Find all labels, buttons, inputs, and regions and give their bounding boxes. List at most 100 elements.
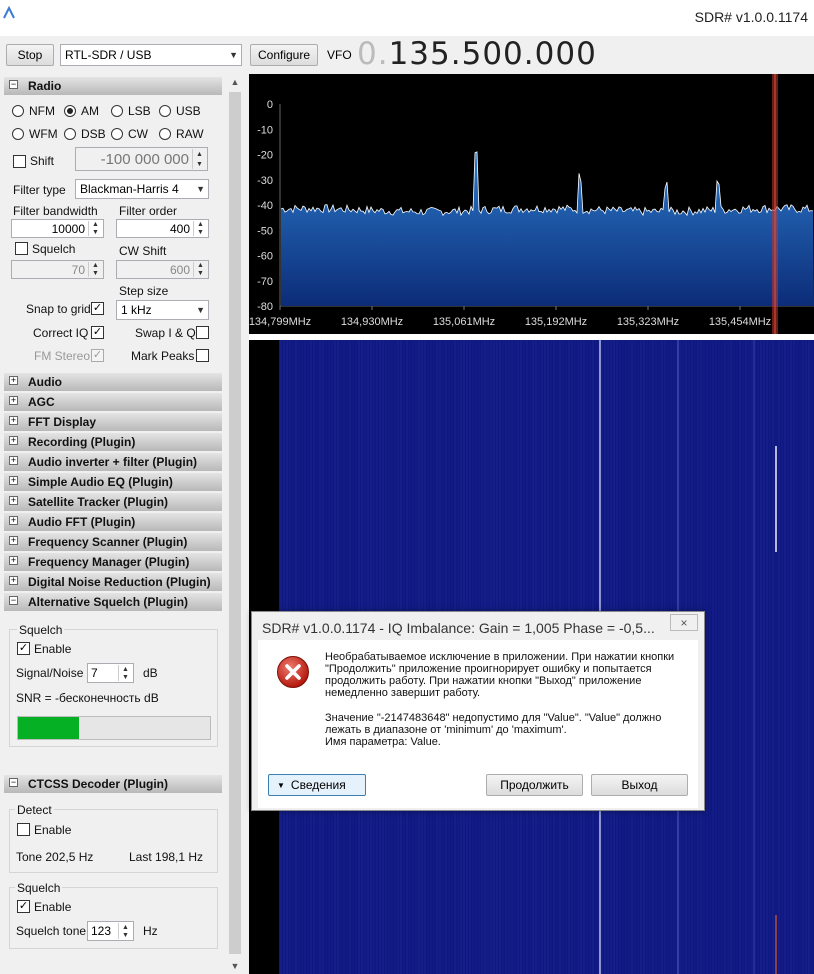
- shift-input[interactable]: -100 000 000 ▲ ▼: [75, 147, 208, 171]
- section-audio-fft[interactable]: + Audio FFT (Plugin): [4, 513, 222, 531]
- fm-stereo-label: FM Stereo: [34, 349, 91, 363]
- waterfall-noise-column: [751, 340, 753, 974]
- device-select[interactable]: RTL-SDR / USB ▼: [60, 44, 242, 66]
- mode-am-label: AM: [81, 104, 99, 118]
- mode-cw-radio[interactable]: [111, 128, 123, 140]
- mode-lsb-label: LSB: [128, 104, 151, 118]
- error-dialog: SDR# v1.0.0.1174 - IQ Imbalance: Gain = …: [251, 611, 705, 811]
- expand-icon: +: [9, 415, 18, 425]
- expand-icon: +: [9, 575, 18, 585]
- mark-peaks-label: Mark Peaks: [131, 349, 195, 363]
- section-digital-noise-reduction[interactable]: + Digital Noise Reduction (Plugin): [4, 573, 222, 591]
- spinner-icon[interactable]: ▲ ▼: [118, 923, 132, 939]
- vfo-frequency-display[interactable]: 0.135.500.000: [357, 36, 597, 72]
- cw-shift-input[interactable]: 600 ▲ ▼: [116, 260, 209, 279]
- waterfall-noise-column: [811, 340, 813, 974]
- continue-button[interactable]: Продолжить: [486, 774, 583, 796]
- section-audio[interactable]: + Audio: [4, 373, 222, 391]
- expand-icon: +: [9, 435, 18, 445]
- spectrum-analyzer[interactable]: 0 -10 -20 -30 -40 -50 -60 -70 -80 134,799MHz 134,9…: [249, 74, 814, 334]
- filter-type-select[interactable]: Blackman-Harris 4 ▼: [75, 179, 209, 199]
- waterfall-noise-column: [736, 340, 738, 974]
- mode-usb-radio[interactable]: [159, 105, 171, 117]
- ctcss-squelch-enable-checkbox[interactable]: ✓: [17, 900, 30, 913]
- waterfall-noise-column: [715, 340, 717, 974]
- section-recording[interactable]: + Recording (Plugin): [4, 433, 222, 451]
- shift-value: -100 000 000: [100, 150, 189, 168]
- stop-button[interactable]: Stop: [6, 44, 54, 66]
- waterfall-noise-column: [808, 340, 810, 974]
- squelch-checkbox[interactable]: [15, 242, 28, 255]
- snap-to-grid-checkbox[interactable]: ✓: [91, 302, 104, 315]
- spinner-icon[interactable]: ▲ ▼: [88, 221, 102, 236]
- exit-button[interactable]: Выход: [591, 774, 688, 796]
- dialog-message-2: Значение "-2147483648" недопустимо для "…: [325, 712, 662, 736]
- spinner-icon[interactable]: ▲ ▼: [192, 149, 206, 169]
- section-frequency-scanner[interactable]: + Frequency Scanner (Plugin): [4, 533, 222, 551]
- chevron-down-icon: ▼: [277, 780, 285, 790]
- mode-raw-radio[interactable]: [159, 128, 171, 140]
- section-simple-audio-eq[interactable]: + Simple Audio EQ (Plugin): [4, 473, 222, 491]
- mode-am-radio[interactable]: [64, 105, 76, 117]
- left-panel-scrollbar[interactable]: ▲ ▼: [228, 74, 242, 974]
- configure-button[interactable]: Configure: [250, 44, 318, 66]
- mode-wfm-radio[interactable]: [12, 128, 24, 140]
- app-icon: [3, 6, 15, 19]
- section-frequency-manager[interactable]: + Frequency Manager (Plugin): [4, 553, 222, 571]
- section-alternative-squelch[interactable]: − Alternative Squelch (Plugin): [4, 593, 222, 611]
- section-title: Satellite Tracker (Plugin): [28, 495, 169, 509]
- scrollbar-thumb[interactable]: [229, 92, 241, 954]
- shift-checkbox[interactable]: [13, 155, 26, 168]
- section-fft-display[interactable]: + FFT Display: [4, 413, 222, 431]
- ctcss-detect-enable-checkbox[interactable]: [17, 823, 30, 836]
- mode-nfm-radio[interactable]: [12, 105, 24, 117]
- section-satellite-tracker[interactable]: + Satellite Tracker (Plugin): [4, 493, 222, 511]
- filter-type-label: Filter type: [13, 183, 66, 197]
- swap-iq-checkbox[interactable]: [196, 326, 209, 339]
- fm-stereo-checkbox: ✓: [91, 349, 104, 362]
- scroll-up-icon[interactable]: ▲: [228, 74, 242, 90]
- section-audio-inverter[interactable]: + Audio inverter + filter (Plugin): [4, 453, 222, 471]
- ctcss-squelch-enable-label: Enable: [34, 900, 72, 914]
- section-agc[interactable]: + AGC: [4, 393, 222, 411]
- squelch-tone-input[interactable]: 123 ▲ ▼: [87, 921, 134, 941]
- filter-bandwidth-input[interactable]: 10000 ▲ ▼: [11, 219, 104, 238]
- ctcss-detect-label: Detect: [15, 803, 54, 817]
- filter-bandwidth-value: 10000: [51, 221, 85, 236]
- section-title: Audio inverter + filter (Plugin): [28, 455, 198, 469]
- mark-peaks-checkbox[interactable]: [196, 349, 209, 362]
- waterfall-noise-column: [781, 340, 783, 974]
- correct-iq-label: Correct IQ: [33, 326, 89, 340]
- waterfall-noise-column: [805, 340, 807, 974]
- mode-wfm-label: WFM: [29, 127, 58, 141]
- spinner-icon[interactable]: ▲ ▼: [88, 262, 102, 277]
- waterfall-noise-column: [739, 340, 741, 974]
- correct-iq-checkbox[interactable]: ✓: [91, 326, 104, 339]
- dialog-close-button[interactable]: ×: [670, 614, 698, 631]
- details-button[interactable]: ▼ Сведения: [268, 774, 366, 796]
- spinner-icon[interactable]: ▲ ▼: [193, 262, 207, 277]
- section-ctcss-decoder[interactable]: − CTCSS Decoder (Plugin): [4, 775, 222, 793]
- spectrum-plot: 0 -10 -20 -30 -40 -50 -60 -70 -80 134,799MHz 134,9…: [249, 74, 814, 334]
- spinner-icon[interactable]: ▲ ▼: [118, 665, 132, 681]
- alt-squelch-enable-checkbox[interactable]: ✓: [17, 642, 30, 655]
- waterfall-noise-column: [757, 340, 759, 974]
- ctcss-squelch-label: Squelch: [15, 881, 63, 895]
- waterfall-noise-column: [778, 340, 780, 974]
- mode-lsb-radio[interactable]: [111, 105, 123, 117]
- signal-noise-input[interactable]: 7 ▲ ▼: [87, 663, 134, 683]
- step-size-select[interactable]: 1 kHz ▼: [116, 300, 209, 320]
- mode-dsb-radio[interactable]: [64, 128, 76, 140]
- spinner-icon[interactable]: ▲ ▼: [193, 221, 207, 236]
- scroll-down-icon[interactable]: ▼: [228, 958, 242, 974]
- vfo-value: 135.500.000: [388, 36, 597, 72]
- y-tick-label: -30: [257, 175, 273, 187]
- expand-icon: +: [9, 555, 18, 565]
- y-tick-label: -20: [257, 150, 273, 162]
- section-radio[interactable]: − Radio: [4, 77, 222, 95]
- squelch-tone-value: 123: [91, 924, 112, 938]
- squelch-input[interactable]: 70 ▲ ▼: [11, 260, 104, 279]
- waterfall-noise-column: [745, 340, 747, 974]
- filter-order-input[interactable]: 400 ▲ ▼: [116, 219, 209, 238]
- expand-icon: +: [9, 475, 18, 485]
